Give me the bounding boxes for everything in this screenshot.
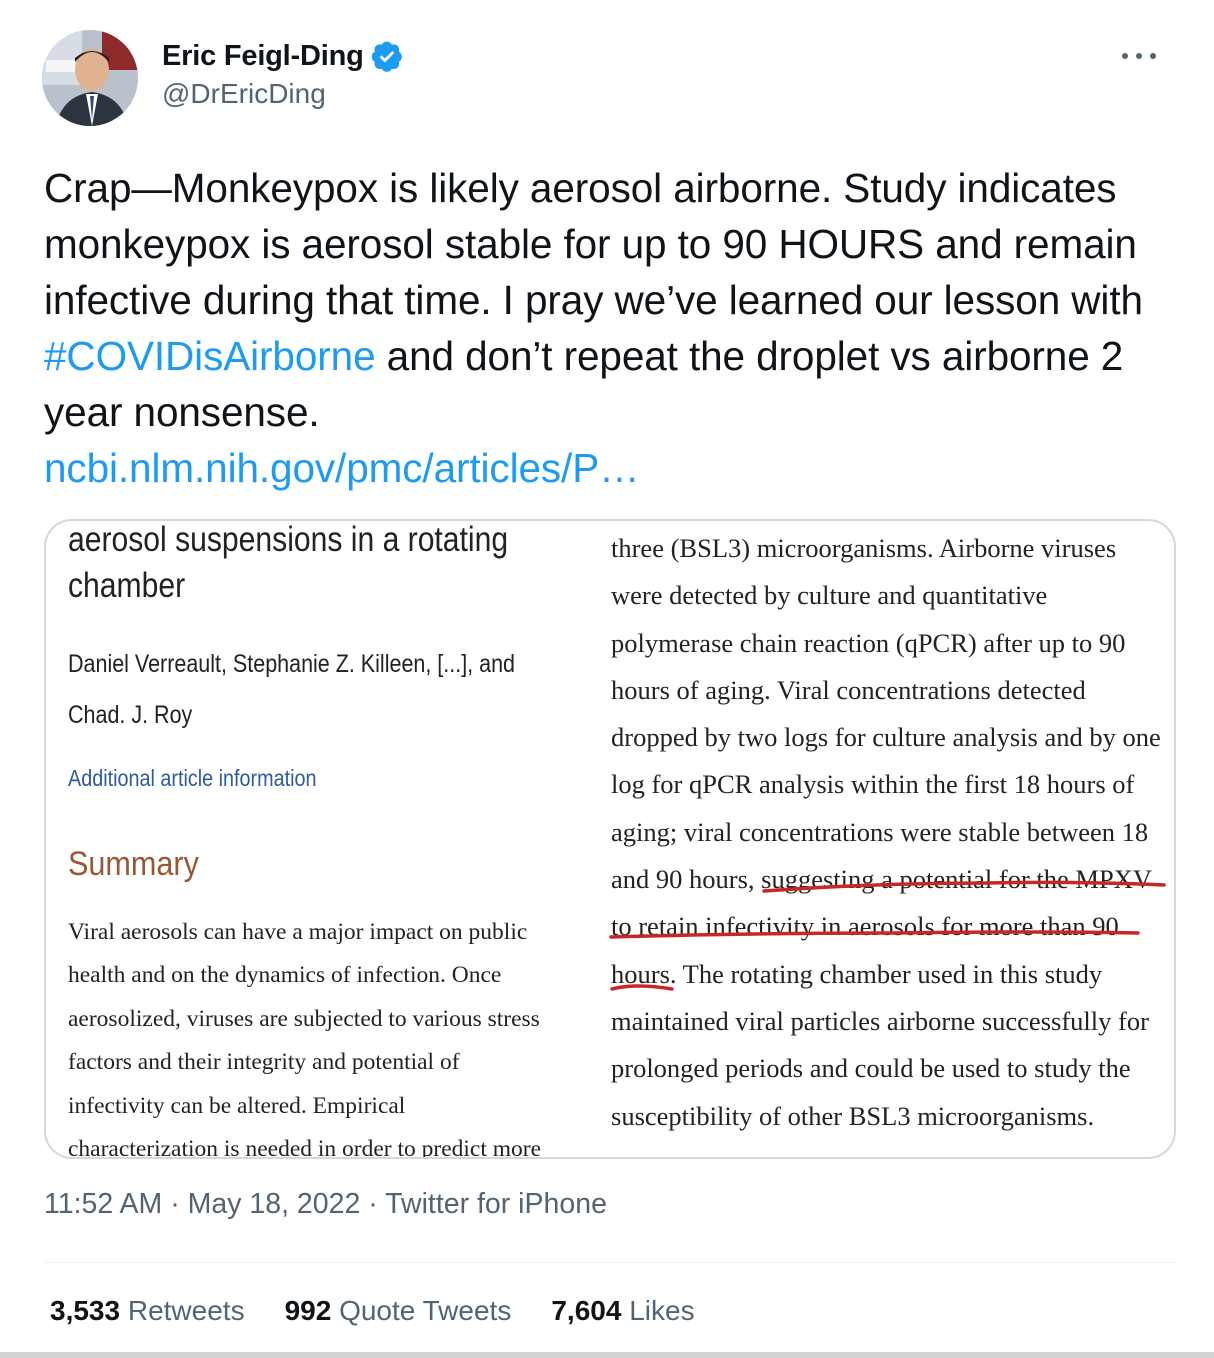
dot [1122, 53, 1128, 59]
abstract-line: and 90 hours, suggesting a potential for… [611, 864, 1152, 895]
likes-stat[interactable]: 7,604 Likes [551, 1295, 694, 1327]
abstract-line: to retain infectivity in aerosols for mo… [611, 911, 1119, 942]
tweet: Eric Feigl-Ding @DrEricDing Crap—Monkeyp… [0, 0, 1214, 1358]
abstract-line: dropped by two logs for culture analysis… [611, 722, 1161, 753]
avatar[interactable] [42, 30, 138, 126]
summary-heading: Summary [68, 845, 199, 883]
bottom-border [0, 1352, 1214, 1358]
quotes-label: Quote Tweets [339, 1295, 512, 1326]
summary-line: infectivity can be altered. Empirical [68, 1092, 406, 1119]
abstract-line: three (BSL3) microorganisms. Airborne vi… [611, 533, 1117, 563]
dot [1136, 53, 1142, 59]
article-title: aerosol suspensions in a rotating chambe… [68, 520, 515, 609]
abstract-line: polymerase chain reaction (qPCR) after u… [611, 627, 1126, 658]
retweets-label: Retweets [127, 1295, 245, 1326]
author-display-name[interactable]: Eric Feigl-Ding [162, 40, 364, 73]
quotes-count: 992 [284, 1295, 332, 1326]
quote-tweets-stat[interactable]: 992 Quote Tweets [285, 1295, 512, 1327]
separator: · [360, 1188, 386, 1220]
tweet-time[interactable]: 11:52 AM [44, 1188, 162, 1220]
engagement-stats: 3,533 Retweets 992 Quote Tweets 7,604 Li… [50, 1295, 695, 1327]
article-authors: Daniel Verreault, Stephanie Z. Killeen, … [68, 639, 515, 741]
tweet-date[interactable]: May 18, 2022 [188, 1188, 361, 1220]
separator: · [162, 1188, 188, 1220]
article-title-line: aerosol suspensions in a rotating [68, 520, 509, 559]
more-options-icon[interactable] [1122, 42, 1156, 70]
hashtag-link[interactable]: #COVIDisAirborne [44, 333, 376, 379]
summary-line: characterization is needed in order to p… [68, 1136, 542, 1159]
author-handle[interactable]: @DrEricDing [162, 78, 326, 110]
retweets-stat[interactable]: 3,533 Retweets [50, 1295, 245, 1327]
abstract-line: prolonged periods and could be used to s… [611, 1053, 1131, 1084]
abstract-line: log for qPCR analysis within the first 1… [611, 769, 1135, 800]
abstract-line: were detected by culture and quantitativ… [611, 580, 1048, 611]
verified-badge-icon [370, 39, 404, 73]
likes-count: 7,604 [551, 1295, 622, 1326]
retweets-count: 3,533 [50, 1295, 121, 1326]
tweet-source[interactable]: Twitter for iPhone [385, 1188, 607, 1220]
abstract-line: susceptibility of other BSL3 microorgani… [611, 1100, 1095, 1131]
summary-line: Viral aerosols can have a major impact o… [68, 919, 528, 945]
article-link[interactable]: ncbi.nlm.nih.gov/pmc/articles/P… [44, 445, 640, 491]
avatar-image [42, 30, 138, 126]
divider [44, 1262, 1174, 1263]
media-image[interactable]: aerosol suspensions in a rotating chambe… [44, 519, 1176, 1159]
tweet-timestamp: 11:52 AM · May 18, 2022 · Twitter for iP… [44, 1188, 607, 1221]
summary-line: health and on the dynamics of infection.… [68, 962, 502, 989]
abstract-line: aging; viral concentrations were stable … [611, 816, 1149, 847]
authors-line: Chad. J. Roy [68, 701, 193, 729]
abstract-line: hours. The rotating chamber used in this… [611, 958, 1103, 989]
abstract-line: maintained viral particles airborne succ… [611, 1005, 1149, 1036]
likes-label: Likes [629, 1295, 695, 1326]
summary-line: aerosolized, viruses are subjected to va… [68, 1005, 540, 1032]
author-name-row[interactable]: Eric Feigl-Ding [162, 36, 404, 76]
authors-line: Daniel Verreault, Stephanie Z. Killeen, … [68, 650, 515, 678]
article-right-column: three (BSL3) microorganisms. Airborne vi… [611, 525, 1174, 1140]
summary-line: factors and their integrity and potentia… [68, 1049, 460, 1076]
summary-text: Viral aerosols can have a major impact o… [68, 911, 608, 1159]
tweet-text-part1: Crap—Monkeypox is likely aerosol airborn… [44, 165, 1143, 323]
dot [1150, 53, 1156, 59]
tweet-text: Crap—Monkeypox is likely aerosol airborn… [44, 160, 1174, 496]
article-title-line: chamber [68, 566, 186, 605]
additional-article-info: Additional article information [68, 765, 317, 791]
abstract-line: hours of aging. Viral concentrations det… [611, 674, 1086, 705]
